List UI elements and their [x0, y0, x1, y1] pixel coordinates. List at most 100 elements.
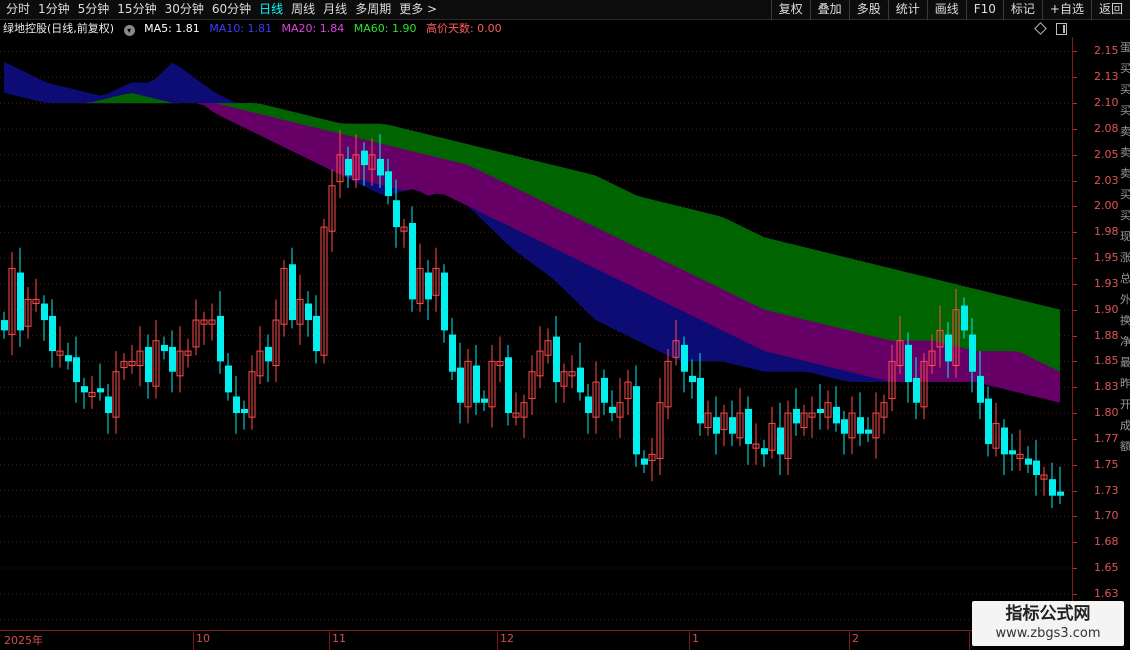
ma5-value: MA5: 1.81: [144, 22, 200, 35]
price-tick-label: 1.77: [1094, 431, 1119, 445]
price-axis: 2.15 2.13 2.10 2.08 2.05 2.03 2.00 1.98 1.95 1.93…: [1072, 37, 1121, 630]
price-tick-mark: [1073, 51, 1077, 53]
price-tick-mark: [1073, 206, 1077, 208]
period-tab[interactable]: 日线: [259, 0, 283, 20]
candle-body-down: [1033, 460, 1040, 476]
toolbar-button[interactable]: F10: [965, 0, 1003, 20]
period-tab[interactable]: 30分钟: [165, 0, 204, 20]
toolbar-button[interactable]: 标记: [1002, 0, 1042, 20]
candle-body-down: [1, 320, 8, 331]
price-tick-mark: [1073, 516, 1077, 518]
price-tick-label: 1.80: [1094, 406, 1119, 420]
candle-body-down: [65, 355, 72, 362]
price-tick-mark: [1073, 232, 1077, 234]
stock-title[interactable]: 绿地控股(日线,前复权): [3, 22, 114, 35]
candle-body-down: [481, 398, 488, 403]
ma10-value: MA10: 1.81: [209, 22, 273, 35]
panel-toggle-icon[interactable]: [1056, 23, 1067, 35]
toolbar-button[interactable]: +自选: [1041, 0, 1091, 20]
price-tick-mark: [1073, 490, 1077, 492]
quote-field-label: 最: [1120, 356, 1130, 369]
candle-body-down: [377, 158, 384, 176]
diamond-icon[interactable]: [1034, 22, 1047, 35]
price-tick-label: 2.03: [1094, 173, 1119, 187]
period-tab[interactable]: 更多 >: [399, 0, 437, 20]
candle-body-down: [1001, 427, 1008, 455]
price-tick-mark: [1073, 438, 1077, 440]
indicator-settings-icon[interactable]: ▾: [123, 25, 135, 36]
candle-body-down: [17, 272, 24, 331]
candle-body-down: [905, 344, 912, 383]
candle-body-down: [81, 386, 88, 393]
period-tab[interactable]: 多周期: [355, 0, 391, 20]
candle-body-down: [577, 367, 584, 393]
price-tick-label: 1.95: [1094, 251, 1119, 265]
quote-field-label: 净: [1120, 335, 1130, 348]
price-tick-mark: [1073, 180, 1077, 182]
candle-body-down: [217, 315, 224, 362]
candle-body-down: [857, 417, 864, 434]
date-label: 1: [692, 632, 699, 645]
toolbar-button[interactable]: 画线: [926, 0, 966, 20]
month-separator: [193, 631, 194, 650]
toolbar-button[interactable]: 返回: [1090, 0, 1130, 20]
toolbar-button[interactable]: 多股: [848, 0, 888, 20]
candle-body-down: [1009, 450, 1016, 455]
period-tab[interactable]: 5分钟: [78, 0, 110, 20]
period-tab[interactable]: 周线: [291, 0, 315, 20]
toolbar-button[interactable]: 叠加: [809, 0, 849, 20]
price-tick-mark: [1073, 154, 1077, 156]
watermark-title: 指标公式网: [1005, 604, 1091, 624]
candle-body-down: [505, 357, 512, 414]
action-buttons: 复权 叠加 多股 统计 画线 F10 标记 +自选 返回: [770, 0, 1130, 20]
candle-body-down: [697, 377, 704, 424]
toolbar-button[interactable]: 复权: [770, 0, 810, 20]
candle-body-down: [1049, 479, 1056, 496]
date-label: 2: [852, 632, 859, 645]
candle-body-down: [425, 272, 432, 300]
toolbar-button[interactable]: 统计: [887, 0, 927, 20]
candle-body-down: [681, 344, 688, 372]
kline-chart[interactable]: [0, 37, 1072, 630]
watermark-badge: 指标公式网 www.zbgs3.com: [972, 601, 1124, 646]
price-tick-label: 1.90: [1094, 302, 1119, 316]
candle-body-down: [233, 396, 240, 414]
candle-body-down: [97, 388, 104, 393]
candle-body-down: [289, 264, 296, 321]
period-tab[interactable]: 60分钟: [212, 0, 251, 20]
candle-body-down: [441, 272, 448, 331]
price-tick-mark: [1073, 309, 1077, 311]
price-tick-label: 1.65: [1094, 561, 1119, 574]
quote-field-label: 外: [1120, 293, 1130, 306]
candle-body-down: [313, 315, 320, 352]
ma60-value: MA60: 1.90: [353, 22, 417, 35]
ma-bands: [4, 61, 1060, 403]
price-tick-mark: [1073, 283, 1077, 285]
period-tab[interactable]: 15分钟: [117, 0, 156, 20]
candle-body-down: [865, 429, 872, 434]
price-tick-label: 2.15: [1094, 44, 1119, 58]
month-separator: [849, 631, 850, 650]
period-tab[interactable]: 分时: [6, 0, 30, 20]
month-separator: [497, 631, 498, 650]
period-tab[interactable]: 1分钟: [38, 0, 70, 20]
price-tick-label: 2.10: [1094, 96, 1119, 110]
candle-body-down: [969, 334, 976, 372]
price-tick-mark: [1073, 258, 1077, 260]
period-tab[interactable]: 月线: [323, 0, 347, 20]
candle-body-down: [833, 406, 840, 424]
candle-body-down: [817, 408, 824, 414]
candle-body-down: [1025, 458, 1032, 465]
candle-body-down: [449, 334, 456, 372]
month-separator: [329, 631, 330, 650]
price-tick-label: 1.75: [1094, 457, 1119, 471]
candle-body-down: [161, 344, 168, 352]
candle-body-down: [793, 408, 800, 424]
quote-panel-edge: 蛋买买买卖卖卖买买现涨总外换净最昨开成额: [1120, 37, 1130, 630]
candle-body-down: [745, 408, 752, 445]
candle-body-down: [265, 346, 272, 362]
candle-body-down: [977, 375, 984, 403]
candle-body-down: [385, 171, 392, 197]
price-tick-mark: [1073, 77, 1077, 79]
date-label: 2025年: [4, 634, 43, 647]
